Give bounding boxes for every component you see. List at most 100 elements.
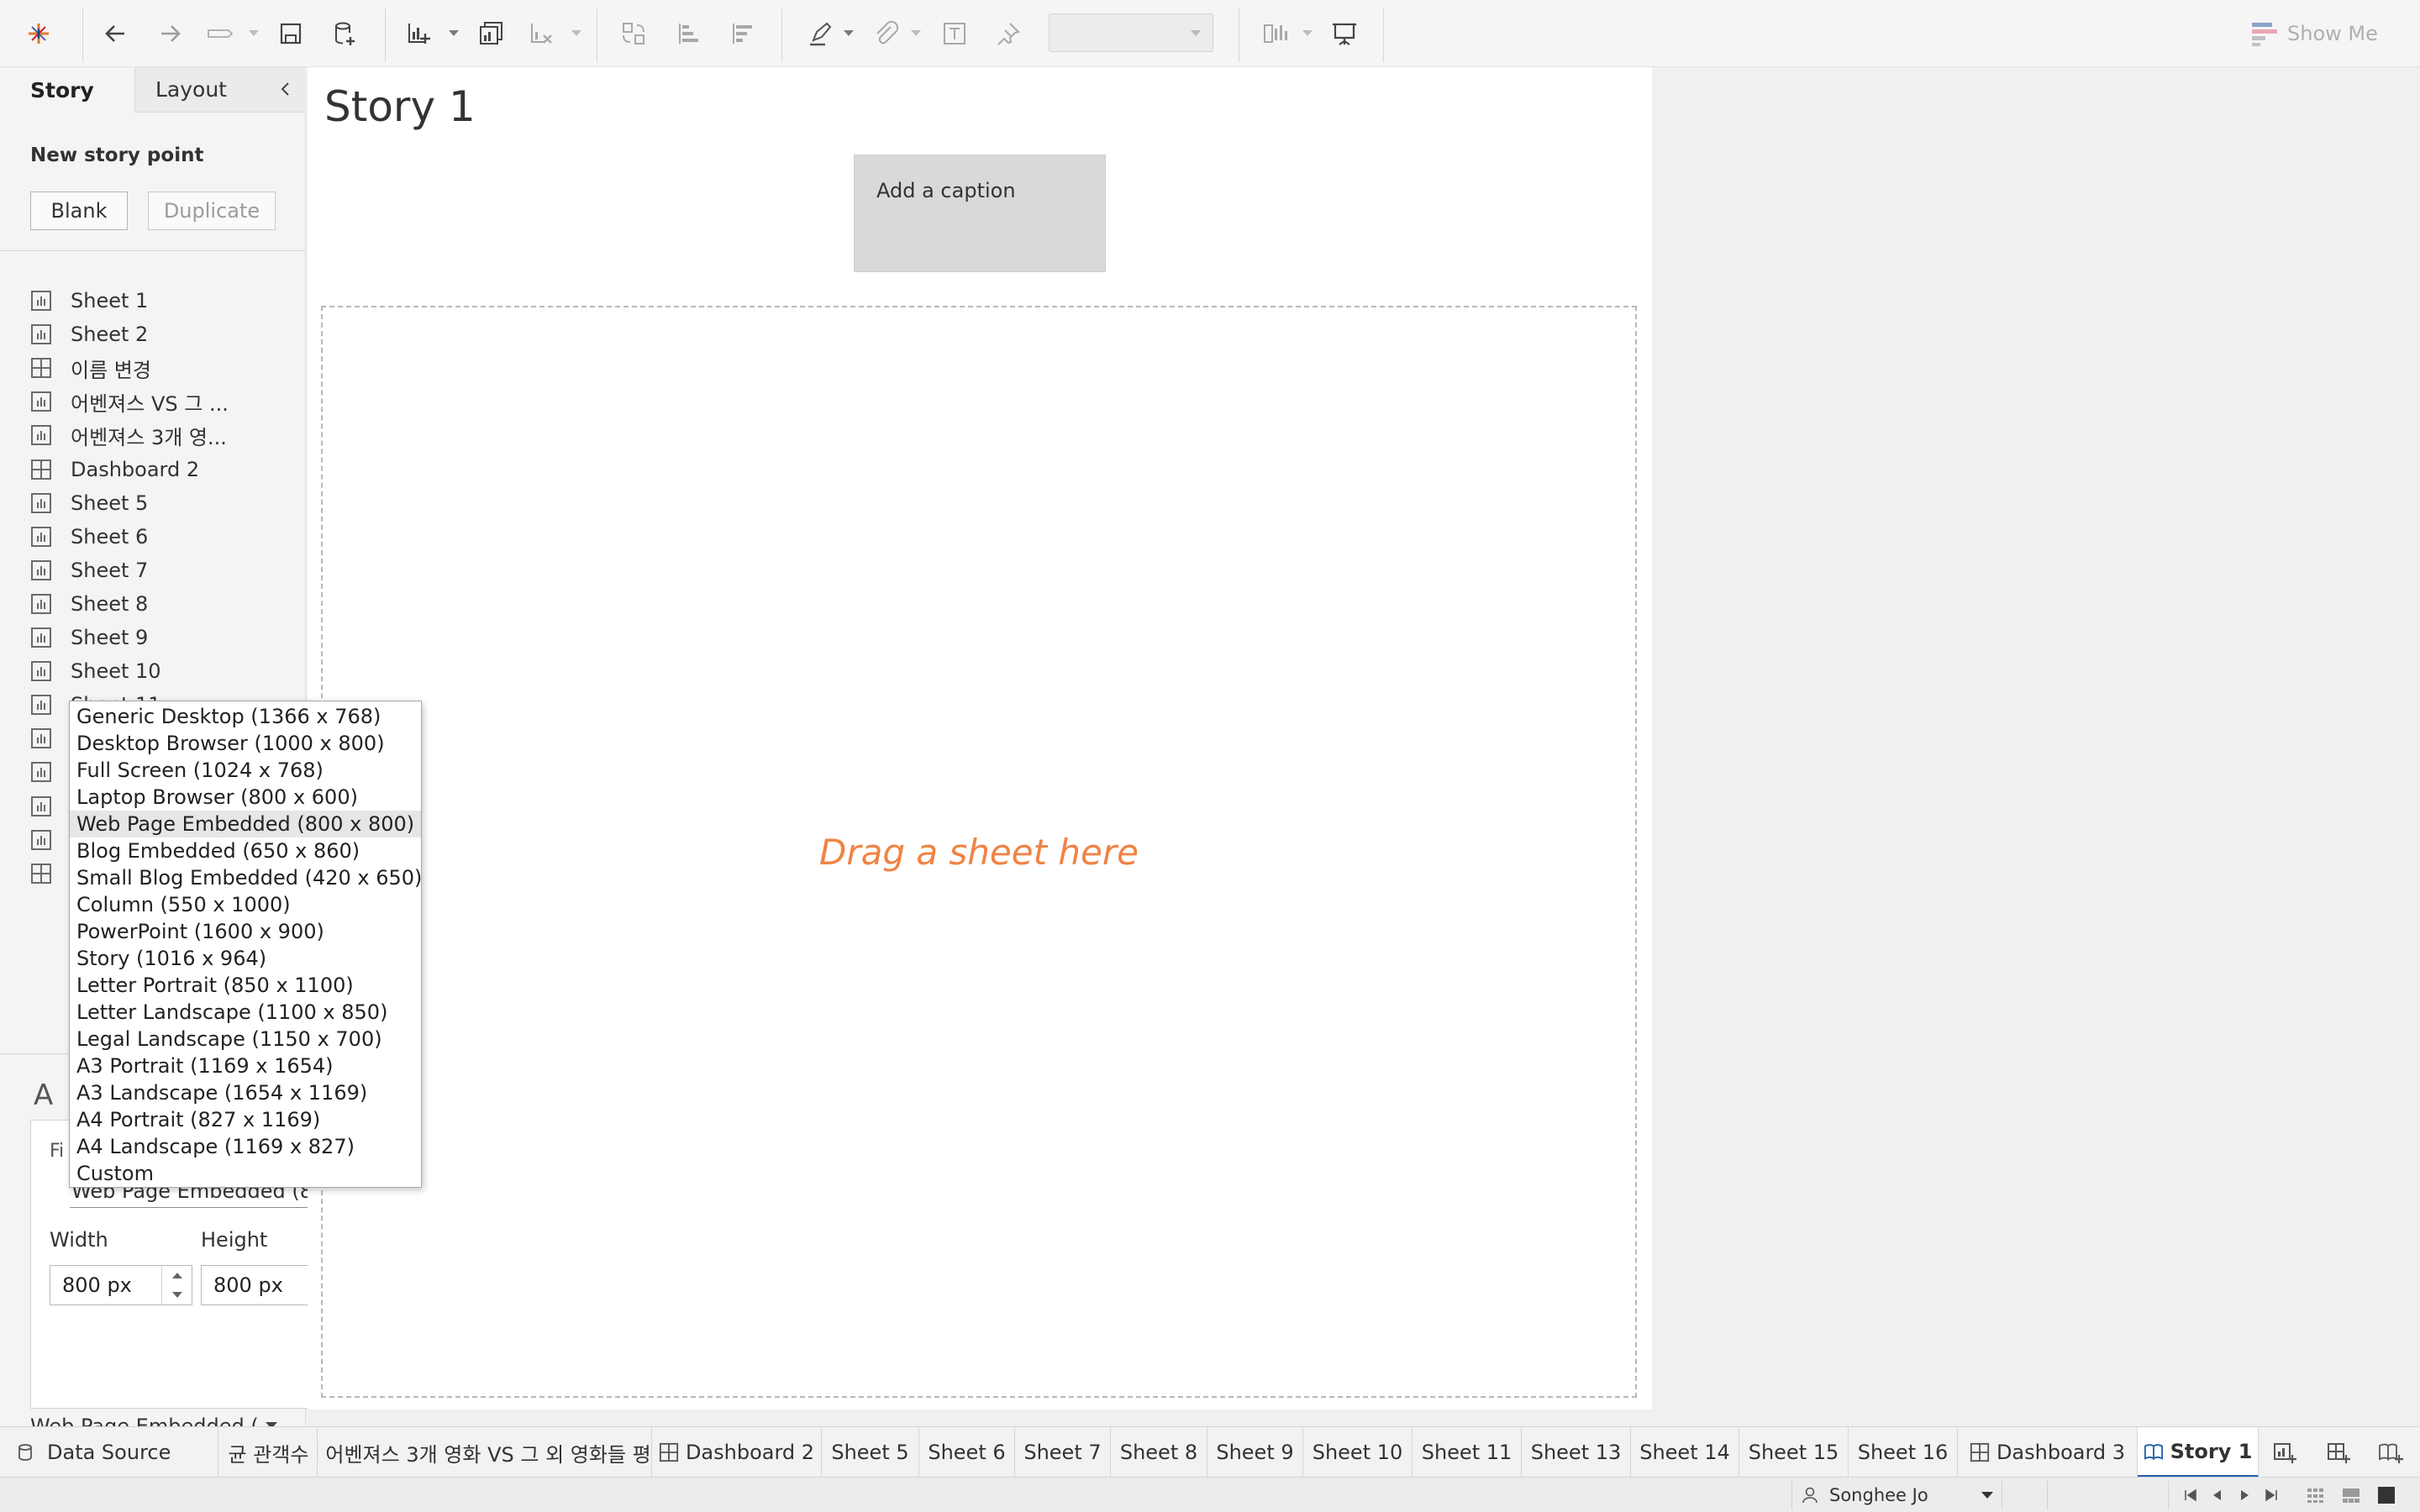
size-preset-option[interactable]: PowerPoint (1600 x 900) <box>70 918 421 945</box>
blank-button[interactable]: Blank <box>30 192 128 230</box>
tab-sheet-8[interactable]: Sheet 8 <box>1111 1427 1207 1478</box>
show-cards-icon[interactable] <box>1259 17 1292 50</box>
sheet-list-item[interactable]: Sheet 10 <box>30 654 161 688</box>
clear-sheet-icon[interactable] <box>524 17 558 50</box>
new-worksheet-icon[interactable] <box>402 17 435 50</box>
collapse-pane-icon[interactable] <box>276 79 296 99</box>
redo-icon[interactable] <box>153 17 187 50</box>
sheet-list-item[interactable]: 이름 변경 <box>30 351 151 385</box>
sheet-list-item[interactable] <box>30 790 71 823</box>
tab-sheet-16[interactable]: Sheet 16 <box>1849 1427 1958 1478</box>
sheet-list-item[interactable]: Dashboard 2 <box>30 453 199 486</box>
tableau-logo-icon[interactable] <box>22 17 55 50</box>
size-preset-option[interactable]: Legal Landscape (1150 x 700) <box>70 1026 421 1053</box>
size-preset-option[interactable]: A4 Landscape (1169 x 827) <box>70 1133 421 1160</box>
undo-icon[interactable] <box>99 17 133 50</box>
replay-dropdown-caret[interactable] <box>249 30 259 36</box>
fix-axes-icon[interactable] <box>992 17 1025 50</box>
tab-sheet-11[interactable]: Sheet 11 <box>1413 1427 1522 1478</box>
show-me-button[interactable]: Show Me <box>2250 17 2378 50</box>
step-down-icon[interactable] <box>172 1292 182 1298</box>
group-members-icon[interactable] <box>869 17 902 50</box>
size-preset-option[interactable]: Laptop Browser (800 x 600) <box>70 784 421 811</box>
sheet-list-item[interactable]: Sheet 8 <box>30 587 148 621</box>
tab-sheet-5[interactable]: Sheet 5 <box>822 1427 919 1478</box>
show-cards-dropdown-caret[interactable] <box>1302 30 1313 36</box>
tab-sheet-7[interactable]: Sheet 7 <box>1015 1427 1111 1478</box>
sheet-list-item[interactable] <box>30 823 71 857</box>
swap-rows-columns-icon[interactable] <box>617 17 650 50</box>
story-point-caption[interactable]: Add a caption <box>854 155 1106 272</box>
sheet-list-item[interactable]: Sheet 5 <box>30 486 148 520</box>
show-mark-labels-icon[interactable] <box>938 17 971 50</box>
size-preset-option[interactable]: Blog Embedded (650 x 860) <box>70 837 421 864</box>
new-story-tab-icon[interactable] <box>2376 1438 2405 1467</box>
group-dropdown-caret[interactable] <box>911 30 921 36</box>
size-preset-option[interactable]: Story (1016 x 964) <box>70 945 421 972</box>
size-preset-option[interactable]: A3 Portrait (1169 x 1654) <box>70 1053 421 1079</box>
tab-sheet-13[interactable]: Sheet 13 <box>1522 1427 1631 1478</box>
filmstrip-view-icon[interactable] <box>2306 1485 2326 1505</box>
new-dashboard-tab-icon[interactable] <box>2324 1438 2353 1467</box>
tab-sheet-14[interactable]: Sheet 14 <box>1631 1427 1739 1478</box>
size-preset-option[interactable]: Desktop Browser (1000 x 800) <box>70 730 421 757</box>
highlight-icon[interactable] <box>803 17 837 50</box>
tabs-view-icon[interactable] <box>2376 1485 2396 1505</box>
size-preset-option[interactable]: Small Blog Embedded (420 x 650) <box>70 864 422 891</box>
tab-dashboard-3[interactable]: Dashboard 3 <box>1958 1427 2138 1478</box>
next-sheet-icon[interactable] <box>2235 1486 2254 1504</box>
sheet-list-item[interactable]: Sheet 6 <box>30 520 148 554</box>
tab-sheet-9[interactable]: Sheet 9 <box>1207 1427 1303 1478</box>
new-sheet-dropdown-caret[interactable] <box>449 30 459 36</box>
sheet-list-item[interactable] <box>30 755 71 789</box>
width-input[interactable]: 800 px <box>50 1265 192 1305</box>
sort-ascending-icon[interactable] <box>672 17 706 50</box>
sheet-list-item[interactable] <box>30 722 71 755</box>
size-preset-option[interactable]: Letter Landscape (1100 x 850) <box>70 999 421 1026</box>
duplicate-sheet-icon[interactable] <box>474 17 508 50</box>
tab-story-1[interactable]: Story 1 <box>2138 1427 2259 1478</box>
fit-dropdown[interactable] <box>1049 13 1213 52</box>
sheet-drop-zone[interactable]: Drag a sheet here <box>321 306 1637 1398</box>
clear-dropdown-caret[interactable] <box>571 30 581 36</box>
story-title[interactable]: Story 1 <box>324 82 476 131</box>
size-preset-option[interactable]: Custom <box>70 1160 421 1187</box>
save-icon[interactable] <box>274 17 308 50</box>
size-preset-option[interactable]: Letter Portrait (850 x 1100) <box>70 972 421 999</box>
tab-sheet[interactable]: 균 관객수 <box>220 1427 318 1478</box>
tab-sheet-10[interactable]: Sheet 10 <box>1303 1427 1413 1478</box>
size-preset-option[interactable]: Web Page Embedded (800 x 800) <box>70 811 421 837</box>
tab-data-source[interactable]: Data Source <box>0 1427 218 1478</box>
sort-descending-icon[interactable] <box>726 17 760 50</box>
tab-dashboard-2[interactable]: Dashboard 2 <box>652 1427 822 1478</box>
sheet-list-item[interactable]: Sheet 1 <box>30 284 148 318</box>
highlight-dropdown-caret[interactable] <box>844 30 854 36</box>
new-data-source-icon[interactable] <box>328 17 361 50</box>
sheet-list-item[interactable] <box>30 857 71 890</box>
last-sheet-icon[interactable] <box>2262 1486 2281 1504</box>
size-preset-option[interactable]: Full Screen (1024 x 768) <box>70 757 421 784</box>
user-menu[interactable]: Songhee Jo <box>1791 1481 2002 1509</box>
duplicate-button[interactable]: Duplicate <box>148 192 276 230</box>
tab-sheet-15[interactable]: Sheet 15 <box>1739 1427 1849 1478</box>
sheet-list-item[interactable]: 어벤져스 VS 그 ... <box>30 385 229 418</box>
width-stepper[interactable] <box>161 1266 192 1305</box>
sheet-list-item[interactable]: Sheet 9 <box>30 621 148 654</box>
previous-sheet-icon[interactable] <box>2208 1486 2227 1504</box>
tab-sheet-6[interactable]: Sheet 6 <box>919 1427 1015 1478</box>
size-preset-option[interactable]: Column (550 x 1000) <box>70 891 421 918</box>
new-worksheet-tab-icon[interactable] <box>2270 1438 2299 1467</box>
sheet-list-item[interactable]: Sheet 7 <box>30 554 148 587</box>
step-up-icon[interactable] <box>172 1273 182 1278</box>
tab-story[interactable]: Story <box>0 67 134 113</box>
tab-3-vs[interactable]: 어벤져스 3개 영화 VS 그 외 영화들 평... <box>318 1427 652 1478</box>
sheet-list-item[interactable]: Sheet 2 <box>30 318 148 351</box>
first-sheet-icon[interactable] <box>2181 1486 2200 1504</box>
sheet-sorter-view-icon[interactable] <box>2341 1485 2361 1505</box>
size-preset-option[interactable]: A3 Landscape (1654 x 1169) <box>70 1079 421 1106</box>
size-preset-option[interactable]: Generic Desktop (1366 x 768) <box>70 703 421 730</box>
presentation-mode-icon[interactable] <box>1328 17 1361 50</box>
size-preset-option[interactable]: A4 Portrait (827 x 1169) <box>70 1106 421 1133</box>
replay-icon[interactable] <box>203 17 237 50</box>
sheet-list-item[interactable]: 어벤져스 3개 영... <box>30 418 227 452</box>
